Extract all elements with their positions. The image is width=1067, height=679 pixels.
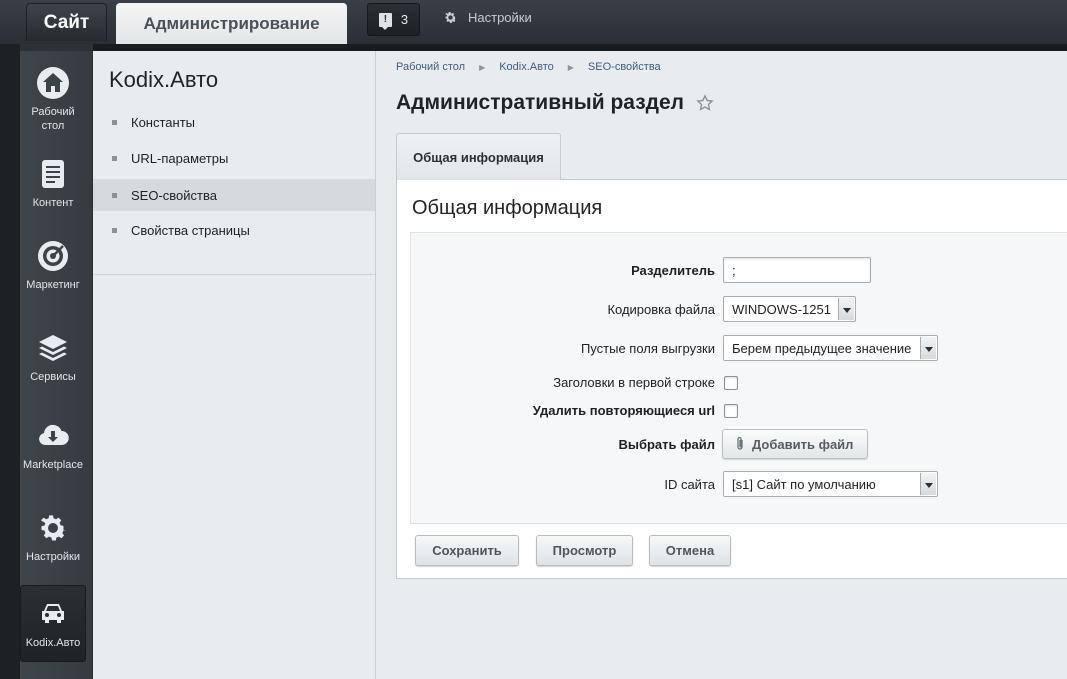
- site-id-label: ID сайта: [664, 477, 715, 492]
- sidebar-item-constants[interactable]: Константы: [93, 106, 375, 138]
- encoding-select[interactable]: WINDOWS-1251: [723, 296, 856, 322]
- bullet-icon: [112, 119, 117, 125]
- site-id-value: [s1] Сайт по умолчанию: [732, 476, 876, 492]
- bullet-icon: [112, 155, 117, 161]
- breadcrumb-seo[interactable]: SEO-свойства: [588, 61, 661, 73]
- breadcrumb-kodix[interactable]: Kodix.Авто: [499, 61, 554, 73]
- nav-item-marketing[interactable]: Маркетинг: [20, 239, 86, 292]
- nav-item-kodix[interactable]: Kodix.Авто: [20, 585, 86, 662]
- nav-item-content[interactable]: Контент: [20, 157, 86, 210]
- separator-input[interactable]: [723, 257, 871, 283]
- form-area: Разделитель Кодировка файла WINDOWS-1251…: [410, 232, 1067, 524]
- empty-fields-value: Берем предыдущее значение: [732, 340, 912, 356]
- sidebar-item-page-props[interactable]: Свойства страницы: [93, 214, 375, 246]
- headers-checkbox[interactable]: [724, 376, 738, 390]
- remove-dup-label: Удалить повторяющиеся url: [532, 403, 715, 418]
- notifications-count: 3: [400, 12, 409, 27]
- cloud-download-icon: [39, 424, 69, 445]
- headers-label: Заголовки в первой строке: [553, 375, 715, 390]
- panel-title: Общая информация: [412, 197, 603, 219]
- sidebar-divider: [93, 274, 375, 275]
- file-label: Выбрать файл: [618, 437, 715, 452]
- notifications-button[interactable]: ! 3: [367, 3, 420, 36]
- document-icon: [42, 160, 64, 188]
- admin-tab[interactable]: Администрирование: [116, 3, 347, 44]
- breadcrumb-desktop[interactable]: Рабочий стол: [396, 61, 465, 73]
- home-icon: [37, 67, 69, 99]
- nav-item-marketplace[interactable]: Marketplace: [20, 419, 86, 472]
- bullet-icon: [112, 192, 117, 198]
- preview-button[interactable]: Просмотр: [536, 535, 633, 566]
- nav-item-services[interactable]: Сервисы: [20, 331, 86, 384]
- section-sidebar: Kodix.Авто Константы URL-параметры SEO-с…: [93, 51, 376, 679]
- settings-link[interactable]: Настройки: [443, 10, 532, 25]
- remove-dup-checkbox[interactable]: [724, 404, 738, 418]
- separator-label: Разделитель: [631, 263, 715, 278]
- left-edge: [0, 44, 20, 679]
- breadcrumb: Рабочий стол ▶ Kodix.Авто ▶ SEO-свойства: [396, 61, 661, 73]
- save-button[interactable]: Сохранить: [415, 535, 519, 566]
- nav-item-settings[interactable]: Настройки: [20, 511, 86, 564]
- settings-label: Настройки: [468, 10, 532, 25]
- layers-icon: [39, 335, 67, 361]
- chevron-down-icon: [920, 473, 936, 495]
- chevron-down-icon: [838, 298, 854, 320]
- top-bar: Сайт Администрирование ! 3 Настройки: [0, 0, 1067, 44]
- breadcrumb-arrow-icon: ▶: [567, 62, 574, 72]
- add-file-button[interactable]: Добавить файл: [722, 429, 869, 459]
- gear-icon: [40, 515, 67, 541]
- site-tab[interactable]: Сайт: [26, 3, 107, 41]
- left-nav: Рабочий стол Контент Маркетинг Сервисы M…: [20, 44, 93, 679]
- target-icon: [38, 241, 68, 271]
- encoding-label: Кодировка файла: [607, 302, 715, 317]
- cancel-button[interactable]: Отмена: [649, 535, 731, 566]
- empty-fields-label: Пустые поля выгрузки: [580, 341, 715, 356]
- sidebar-title: Kodix.Авто: [109, 67, 219, 92]
- star-icon[interactable]: [696, 94, 714, 112]
- nav-item-desktop[interactable]: Рабочий стол: [20, 66, 86, 133]
- sidebar-item-seo[interactable]: SEO-свойства: [93, 179, 375, 211]
- main-content: Рабочий стол ▶ Kodix.Авто ▶ SEO-свойства…: [376, 51, 1067, 679]
- notification-icon: !: [378, 12, 392, 30]
- encoding-value: WINDOWS-1251: [732, 301, 831, 317]
- gear-icon: [445, 11, 457, 23]
- chevron-down-icon: [920, 337, 936, 359]
- car-icon: [42, 604, 64, 623]
- page-title: Административный раздел: [396, 91, 714, 115]
- sidebar-item-url-params[interactable]: URL-параметры: [93, 142, 375, 174]
- empty-fields-select[interactable]: Берем предыдущее значение: [723, 335, 938, 361]
- bullet-icon: [112, 227, 117, 233]
- site-id-select[interactable]: [s1] Сайт по умолчанию: [723, 471, 938, 497]
- tab-general-info[interactable]: Общая информация: [396, 133, 561, 180]
- form-panel: Общая информация Разделитель Кодировка ф…: [396, 179, 1067, 579]
- paperclip-icon: [737, 436, 743, 450]
- breadcrumb-arrow-icon: ▶: [479, 62, 486, 72]
